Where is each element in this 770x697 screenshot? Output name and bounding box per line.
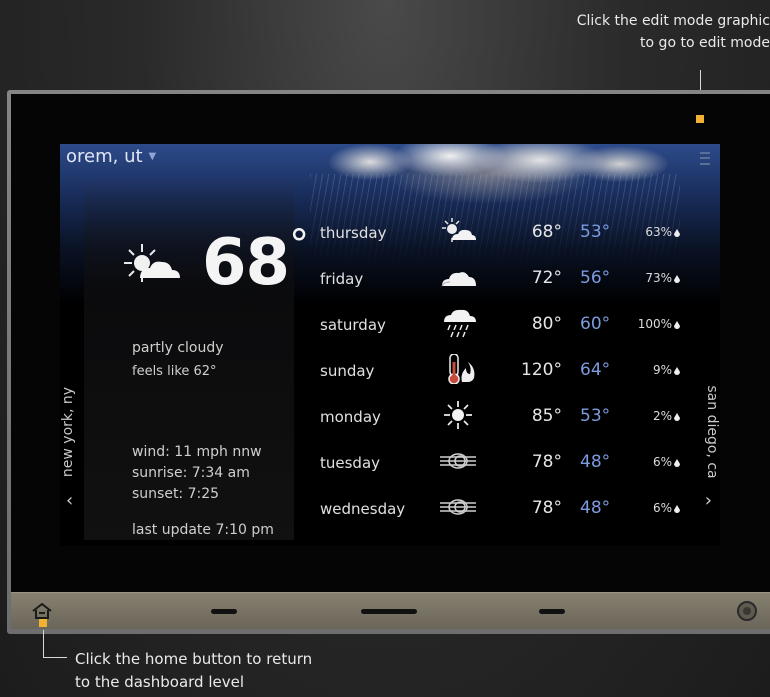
forecast-high: 78° [531, 498, 562, 518]
current-temp-value: 68 [202, 226, 290, 300]
forecast-precip: 6% [653, 501, 680, 515]
rain-icon [444, 309, 476, 338]
forecast-day: friday [320, 270, 364, 288]
home-icon[interactable] [31, 601, 53, 621]
forecast-low: 56° [580, 268, 611, 288]
home-annotation-line-1: Click the home button to return [75, 650, 313, 668]
forecast-row: saturday 80° 60° 100% [310, 309, 700, 360]
precip-value: 63% [645, 225, 672, 239]
droplet-icon [674, 459, 680, 467]
home-annotation: Click the home button to return to the d… [75, 648, 395, 694]
forecast-row: sunday 120° 64° 9% [310, 354, 700, 406]
droplet-icon [674, 367, 680, 375]
forecast-day: sunday [320, 362, 375, 380]
prev-city-label: new york, ny [60, 386, 76, 478]
forecast-row: thursday 68° 53° 63% [310, 218, 700, 268]
sunny-icon [444, 401, 472, 429]
bottom-bar [11, 592, 770, 629]
wind-info: wind: 11 mph nnw [132, 444, 262, 460]
sunset-info: sunset: 7:25 [132, 486, 220, 502]
forecast-row: friday 72° 56° 73% [310, 268, 700, 314]
forecast-precip: 9% [653, 363, 680, 377]
forecast-day: wednesday [320, 500, 406, 518]
weather-screen: orem, ut ▼ 68° partly cloudy feels like … [60, 144, 720, 546]
forecast-day: tuesday [320, 454, 381, 472]
forecast-precip: 2% [653, 409, 680, 423]
forecast-high: 80° [531, 314, 562, 334]
current-temperature: 68° [202, 222, 309, 300]
page: Click the edit mode graphic to go to edi… [0, 0, 770, 697]
droplet-icon [674, 321, 680, 329]
forecast-high: 72° [531, 268, 562, 288]
chevron-left-icon[interactable]: ‹ [66, 490, 73, 511]
precip-value: 6% [652, 501, 672, 515]
precip-value: 9% [652, 363, 672, 377]
feels-like: feels like 62° [132, 364, 217, 379]
forecast-high: 68° [531, 222, 562, 242]
forecast-high: 78° [531, 452, 562, 472]
edit-annotation-line-1: Click the edit mode graphic [576, 13, 770, 29]
edit-mode-hotspot[interactable] [696, 115, 704, 123]
forecast-low: 53° [580, 222, 611, 242]
city-selector[interactable]: orem, ut ▼ [66, 146, 156, 167]
forecast-day: thursday [320, 224, 387, 242]
forecast-low: 64° [580, 360, 611, 380]
sunrise-info: sunrise: 7:34 am [132, 465, 250, 481]
forecast-row: monday 85° 53° 2% [310, 401, 700, 452]
forecast-row: wednesday 78° 48° 6% [310, 498, 700, 544]
power-icon[interactable] [737, 601, 757, 621]
home-annotation-line-2: to the dashboard level [75, 673, 244, 691]
home-button-hotspot[interactable] [39, 619, 47, 627]
forecast-row: tuesday 78° 48° 6% [310, 452, 700, 498]
forecast-precip: 6% [653, 455, 680, 469]
windy-icon [440, 453, 476, 469]
degree-symbol: ° [289, 222, 309, 268]
forecast-precip: 73% [645, 271, 680, 285]
edit-mode-annotation: Click the edit mode graphic to go to edi… [470, 10, 770, 54]
chevron-down-icon: ▼ [148, 151, 157, 162]
precip-value: 100% [637, 317, 672, 331]
windy-icon [440, 499, 476, 515]
forecast-low: 60° [580, 314, 611, 334]
precip-value: 73% [645, 271, 672, 285]
droplet-icon [674, 505, 680, 513]
city-name: orem, ut [66, 146, 143, 167]
droplet-icon [674, 229, 680, 237]
bar-slot-right [539, 609, 565, 614]
forecast-day: monday [320, 408, 381, 426]
forecast-day: saturday [320, 316, 386, 334]
forecast-precip: 63% [645, 225, 680, 239]
droplet-icon [674, 275, 680, 283]
forecast-low: 53° [580, 406, 611, 426]
hot-icon [448, 354, 475, 384]
cloudy-icon [441, 272, 476, 287]
forecast-precip: 100% [638, 317, 680, 331]
edit-annotation-line-2: to go to edit mode [640, 35, 770, 51]
prev-city-nav[interactable]: new york, ny [60, 364, 82, 504]
forecast-low: 48° [580, 452, 611, 472]
bar-slot-left [211, 609, 237, 614]
forecast-high: 120° [521, 360, 562, 380]
forecast-high: 85° [531, 406, 562, 426]
partly-cloudy-icon [124, 244, 180, 282]
partly-cloudy-icon [442, 218, 476, 242]
home-annotation-leader-horizontal [43, 657, 67, 658]
droplet-icon [674, 413, 680, 421]
forecast-low: 48° [580, 498, 611, 518]
precip-value: 6% [652, 455, 672, 469]
forecast-list: thursday 68° 53° 63% friday 72° 56° 73% … [310, 144, 710, 546]
bar-slot-center [361, 609, 417, 614]
current-condition: partly cloudy [132, 340, 224, 356]
last-update: last update 7:10 pm [132, 522, 274, 538]
current-conditions-panel: 68° partly cloudy feels like 62° wind: 1… [84, 178, 309, 540]
home-annotation-leader [43, 630, 44, 657]
precip-value: 2% [652, 409, 672, 423]
